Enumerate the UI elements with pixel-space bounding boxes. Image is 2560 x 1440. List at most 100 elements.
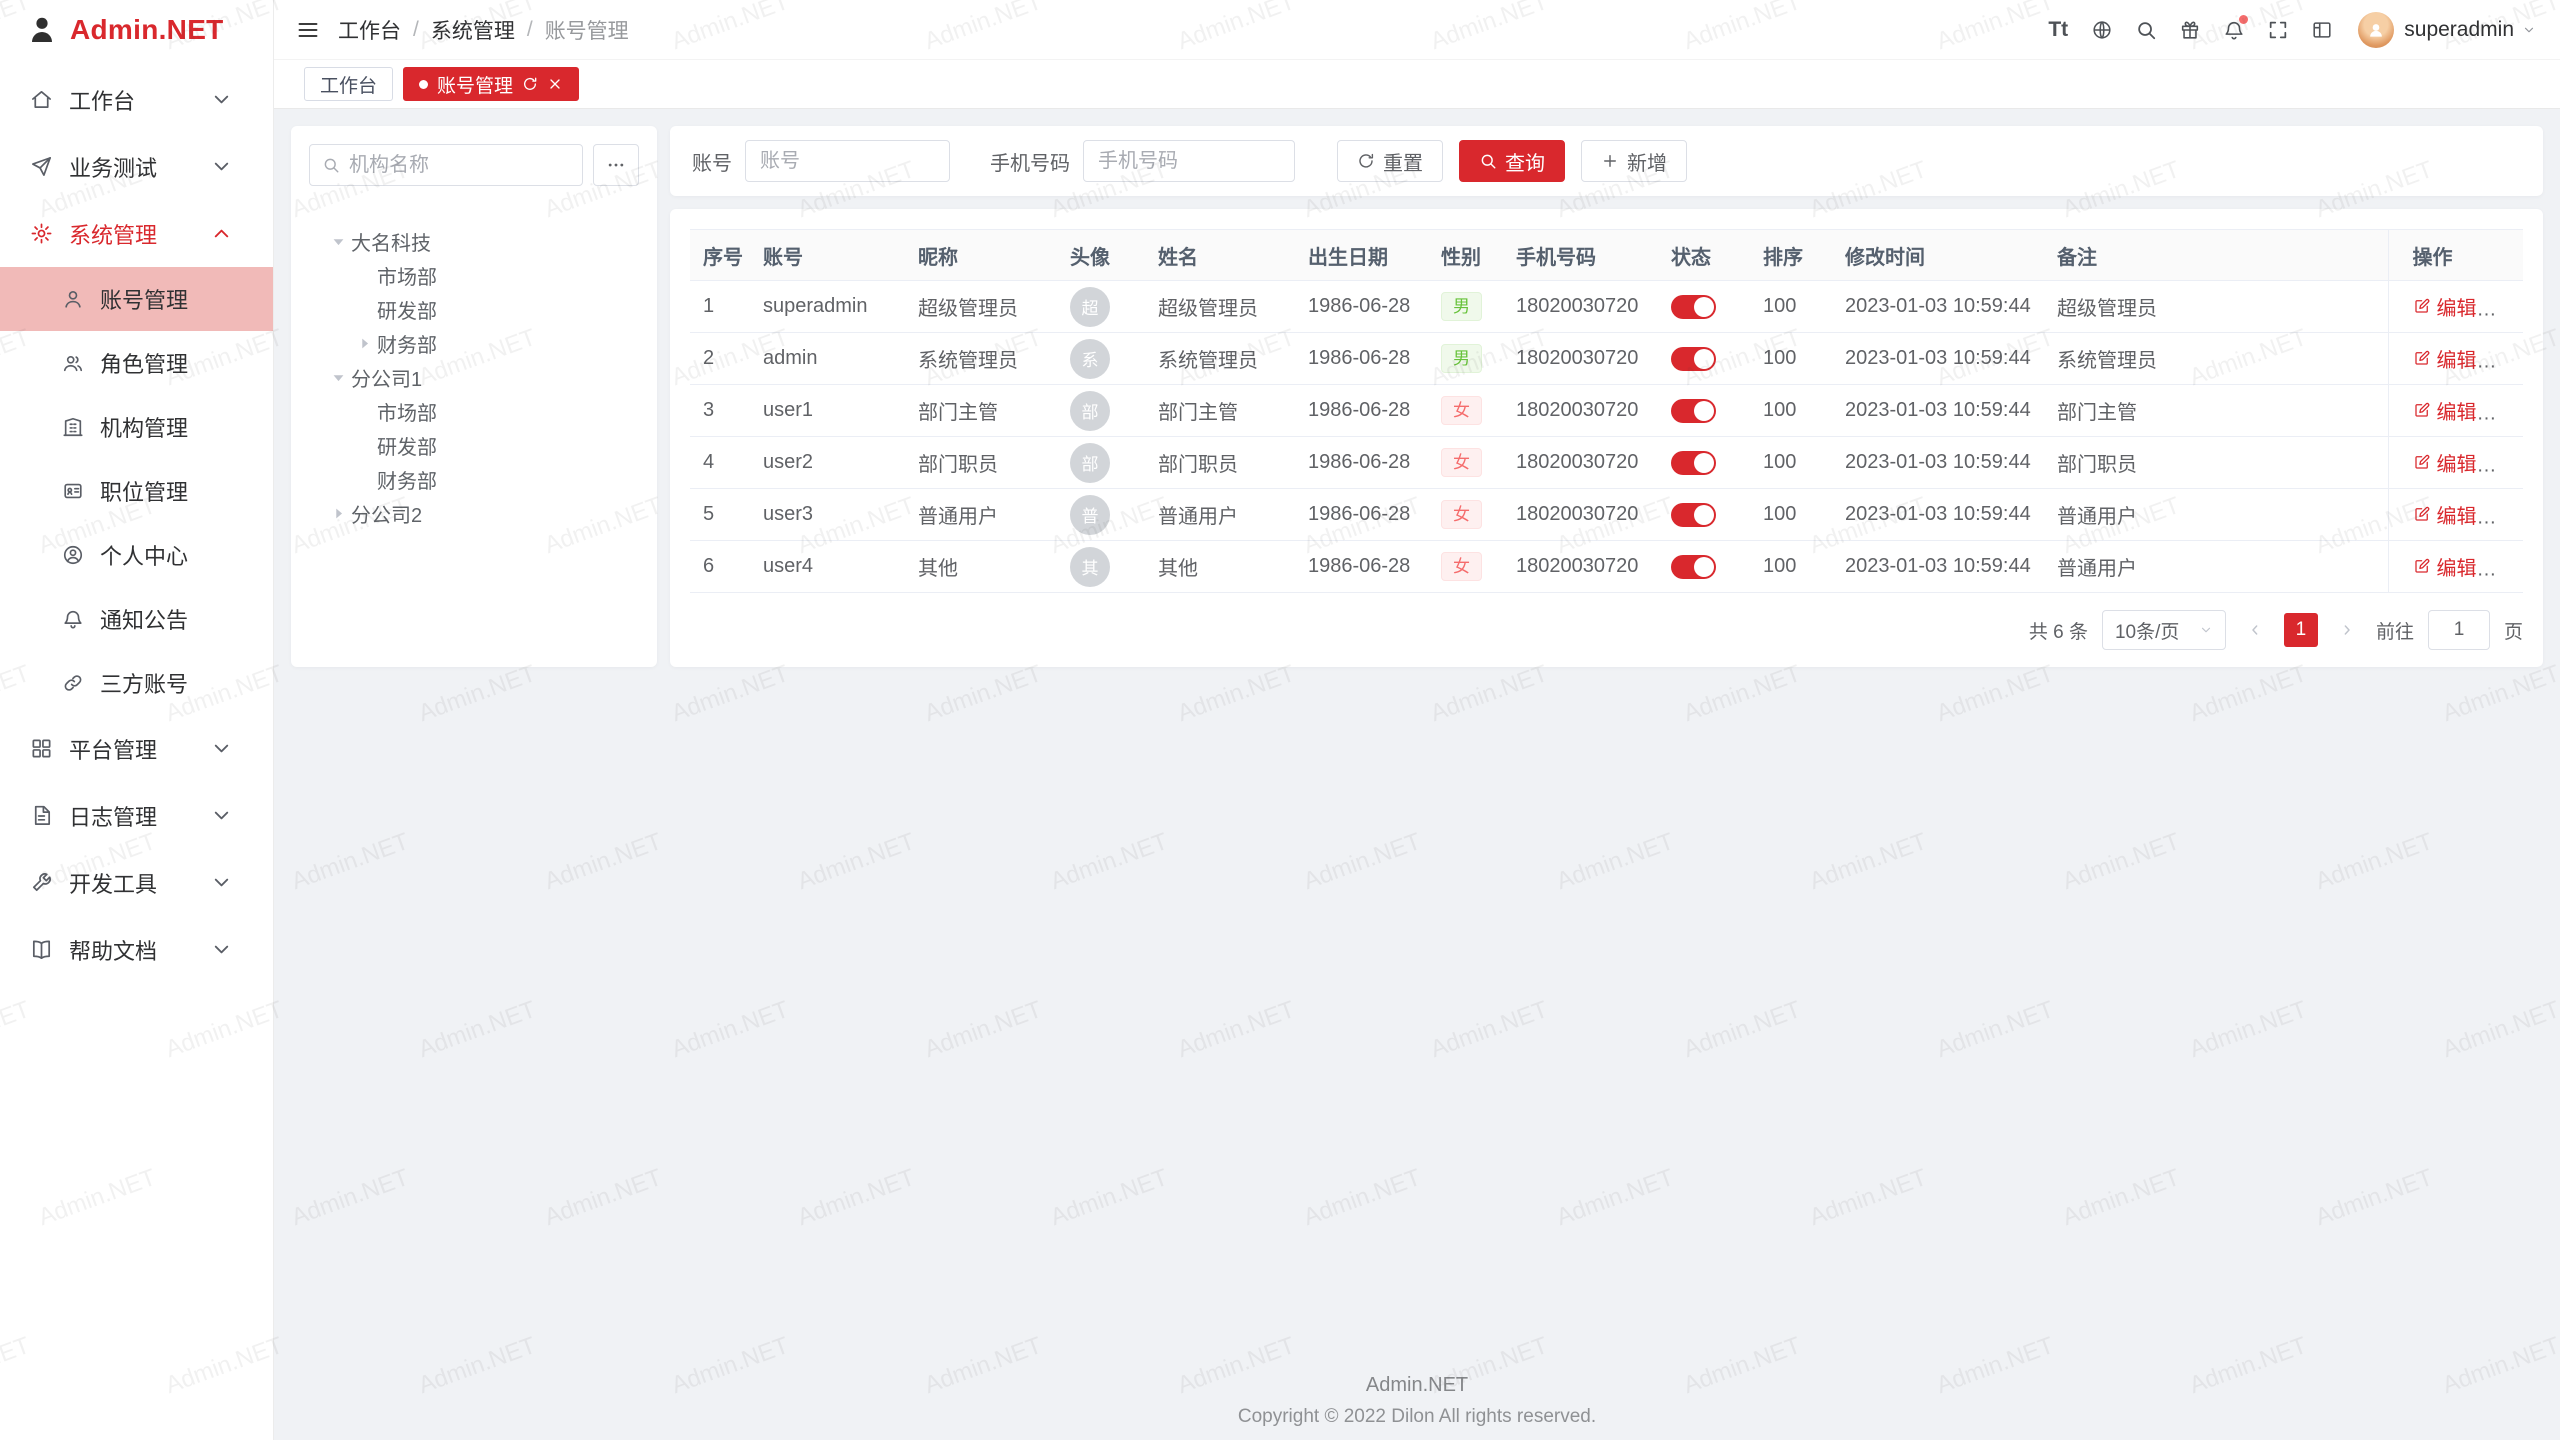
sidebar-item[interactable]: 平台管理: [0, 715, 273, 782]
gender-badge: 女: [1441, 448, 1482, 477]
org-search-input[interactable]: [349, 154, 570, 177]
tab[interactable]: 工作台: [304, 67, 393, 101]
edit-button[interactable]: 编辑: [2413, 552, 2477, 581]
tree-node[interactable]: 财务部: [309, 462, 639, 496]
sidebar-item[interactable]: 日志管理: [0, 782, 273, 849]
more-dots-icon: [606, 155, 626, 175]
sidebar-menu: 工作台业务测试系统管理账号管理角色管理机构管理职位管理个人中心通知公告三方账号平…: [0, 60, 273, 1440]
refresh-icon[interactable]: [522, 76, 538, 92]
tree-node[interactable]: 大名科技: [309, 224, 639, 258]
account-input[interactable]: [745, 140, 950, 182]
filter-buttons: 重置 查询 新增: [1337, 140, 1687, 182]
table-row: 3user1部门主管部部门主管1986-06-28女18020030720100…: [690, 385, 2523, 437]
username[interactable]: superadmin: [2404, 18, 2514, 42]
refresh-icon: [1357, 152, 1375, 170]
breadcrumb-item[interactable]: 工作台: [338, 15, 401, 45]
edit-button[interactable]: 编辑: [2413, 448, 2477, 477]
tab[interactable]: 账号管理: [403, 67, 579, 101]
bell-icon[interactable]: [2212, 0, 2256, 60]
link-icon: [62, 672, 84, 694]
caret-icon: [329, 232, 348, 251]
cell-birth: 1986-06-28: [1295, 437, 1428, 489]
edit-button[interactable]: 编辑: [2413, 292, 2477, 321]
tree-node[interactable]: 研发部: [309, 428, 639, 462]
log-icon: [30, 804, 53, 827]
font-size-icon[interactable]: Tt: [2036, 0, 2080, 60]
status-toggle[interactable]: [1671, 451, 1716, 475]
prev-page-button[interactable]: [2240, 613, 2270, 647]
tab-dot: [419, 80, 428, 89]
cell-name: 普通用户: [1145, 489, 1295, 541]
sidebar-item[interactable]: 业务测试: [0, 133, 273, 200]
bell-icon: [62, 608, 84, 630]
chevron-down-icon[interactable]: [2522, 23, 2536, 37]
chevron-down-icon: [210, 737, 233, 760]
page-number-button[interactable]: 1: [2284, 613, 2318, 647]
edit-icon: [2413, 453, 2431, 471]
cell-name: 部门主管: [1145, 385, 1295, 437]
tree-node-label: 财务部: [377, 465, 437, 494]
status-toggle[interactable]: [1671, 295, 1716, 319]
sidebar-subitem[interactable]: 角色管理: [0, 331, 273, 395]
query-button[interactable]: 查询: [1459, 140, 1565, 182]
close-icon[interactable]: [547, 76, 563, 92]
hamburger-icon[interactable]: [296, 18, 320, 42]
avatar[interactable]: [2358, 12, 2394, 48]
sidebar-item[interactable]: 帮助文档: [0, 916, 273, 983]
language-icon[interactable]: [2080, 0, 2124, 60]
status-toggle[interactable]: [1671, 555, 1716, 579]
sidebar-subitem[interactable]: 三方账号: [0, 651, 273, 715]
cell-index: 1: [690, 281, 750, 333]
phone-filter-label: 手机号码: [990, 147, 1070, 176]
tree-node[interactable]: 分公司2: [309, 496, 639, 530]
fullscreen-icon[interactable]: [2256, 0, 2300, 60]
edit-button[interactable]: 编辑: [2413, 500, 2477, 529]
cell-remark: 部门主管: [2044, 385, 2388, 437]
status-toggle[interactable]: [1671, 399, 1716, 423]
edit-icon: [2413, 557, 2431, 575]
status-toggle[interactable]: [1671, 347, 1716, 371]
row-avatar: 部: [1070, 443, 1110, 483]
search-icon[interactable]: [2124, 0, 2168, 60]
next-page-button[interactable]: [2332, 613, 2362, 647]
edit-button[interactable]: 编辑: [2413, 396, 2477, 425]
reset-button[interactable]: 重置: [1337, 140, 1443, 182]
sidebar-item[interactable]: 开发工具: [0, 849, 273, 916]
sidebar-subitem[interactable]: 账号管理: [0, 267, 273, 331]
goto-page-input[interactable]: [2428, 610, 2490, 650]
search-icon: [322, 156, 340, 174]
breadcrumb-item[interactable]: 系统管理: [431, 15, 515, 45]
sidebar-subitem[interactable]: 通知公告: [0, 587, 273, 651]
tree-node-label: 分公司2: [351, 499, 422, 528]
pagination-total: 共 6 条: [2029, 617, 2088, 644]
caret-icon: [355, 334, 374, 353]
table-row: 5user3普通用户普普通用户1986-06-28女18020030720100…: [690, 489, 2523, 541]
goto-label: 前往: [2376, 617, 2414, 644]
sidebar-item[interactable]: 系统管理: [0, 200, 273, 267]
tree-node[interactable]: 财务部: [309, 326, 639, 360]
sidebar-subitem[interactable]: 机构管理: [0, 395, 273, 459]
layout-config-icon[interactable]: [2300, 0, 2344, 60]
tree-node[interactable]: 市场部: [309, 394, 639, 428]
tree-node[interactable]: 研发部: [309, 292, 639, 326]
add-button[interactable]: 新增: [1581, 140, 1687, 182]
status-toggle[interactable]: [1671, 503, 1716, 527]
docs-icon: [30, 938, 53, 961]
brand[interactable]: Admin.NET: [0, 0, 273, 60]
page-size-select[interactable]: 10条/页: [2102, 610, 2226, 650]
edit-button[interactable]: 编辑: [2413, 344, 2477, 373]
sidebar-subitem[interactable]: 个人中心: [0, 523, 273, 587]
column-header: 姓名: [1145, 230, 1295, 281]
skin-icon[interactable]: [2168, 0, 2212, 60]
tree-node[interactable]: 市场部: [309, 258, 639, 292]
grid-icon: [30, 737, 53, 760]
row-avatar: 其: [1070, 547, 1110, 587]
sidebar-subitem[interactable]: 职位管理: [0, 459, 273, 523]
cell-modified: 2023-01-03 10:59:44: [1832, 489, 2044, 541]
org-more-button[interactable]: [593, 144, 639, 186]
tabs-bar: 工作台账号管理: [274, 60, 2560, 109]
sidebar-item[interactable]: 工作台: [0, 66, 273, 133]
phone-input[interactable]: [1083, 140, 1295, 182]
brand-logo-icon: [26, 14, 58, 46]
tree-node[interactable]: 分公司1: [309, 360, 639, 394]
